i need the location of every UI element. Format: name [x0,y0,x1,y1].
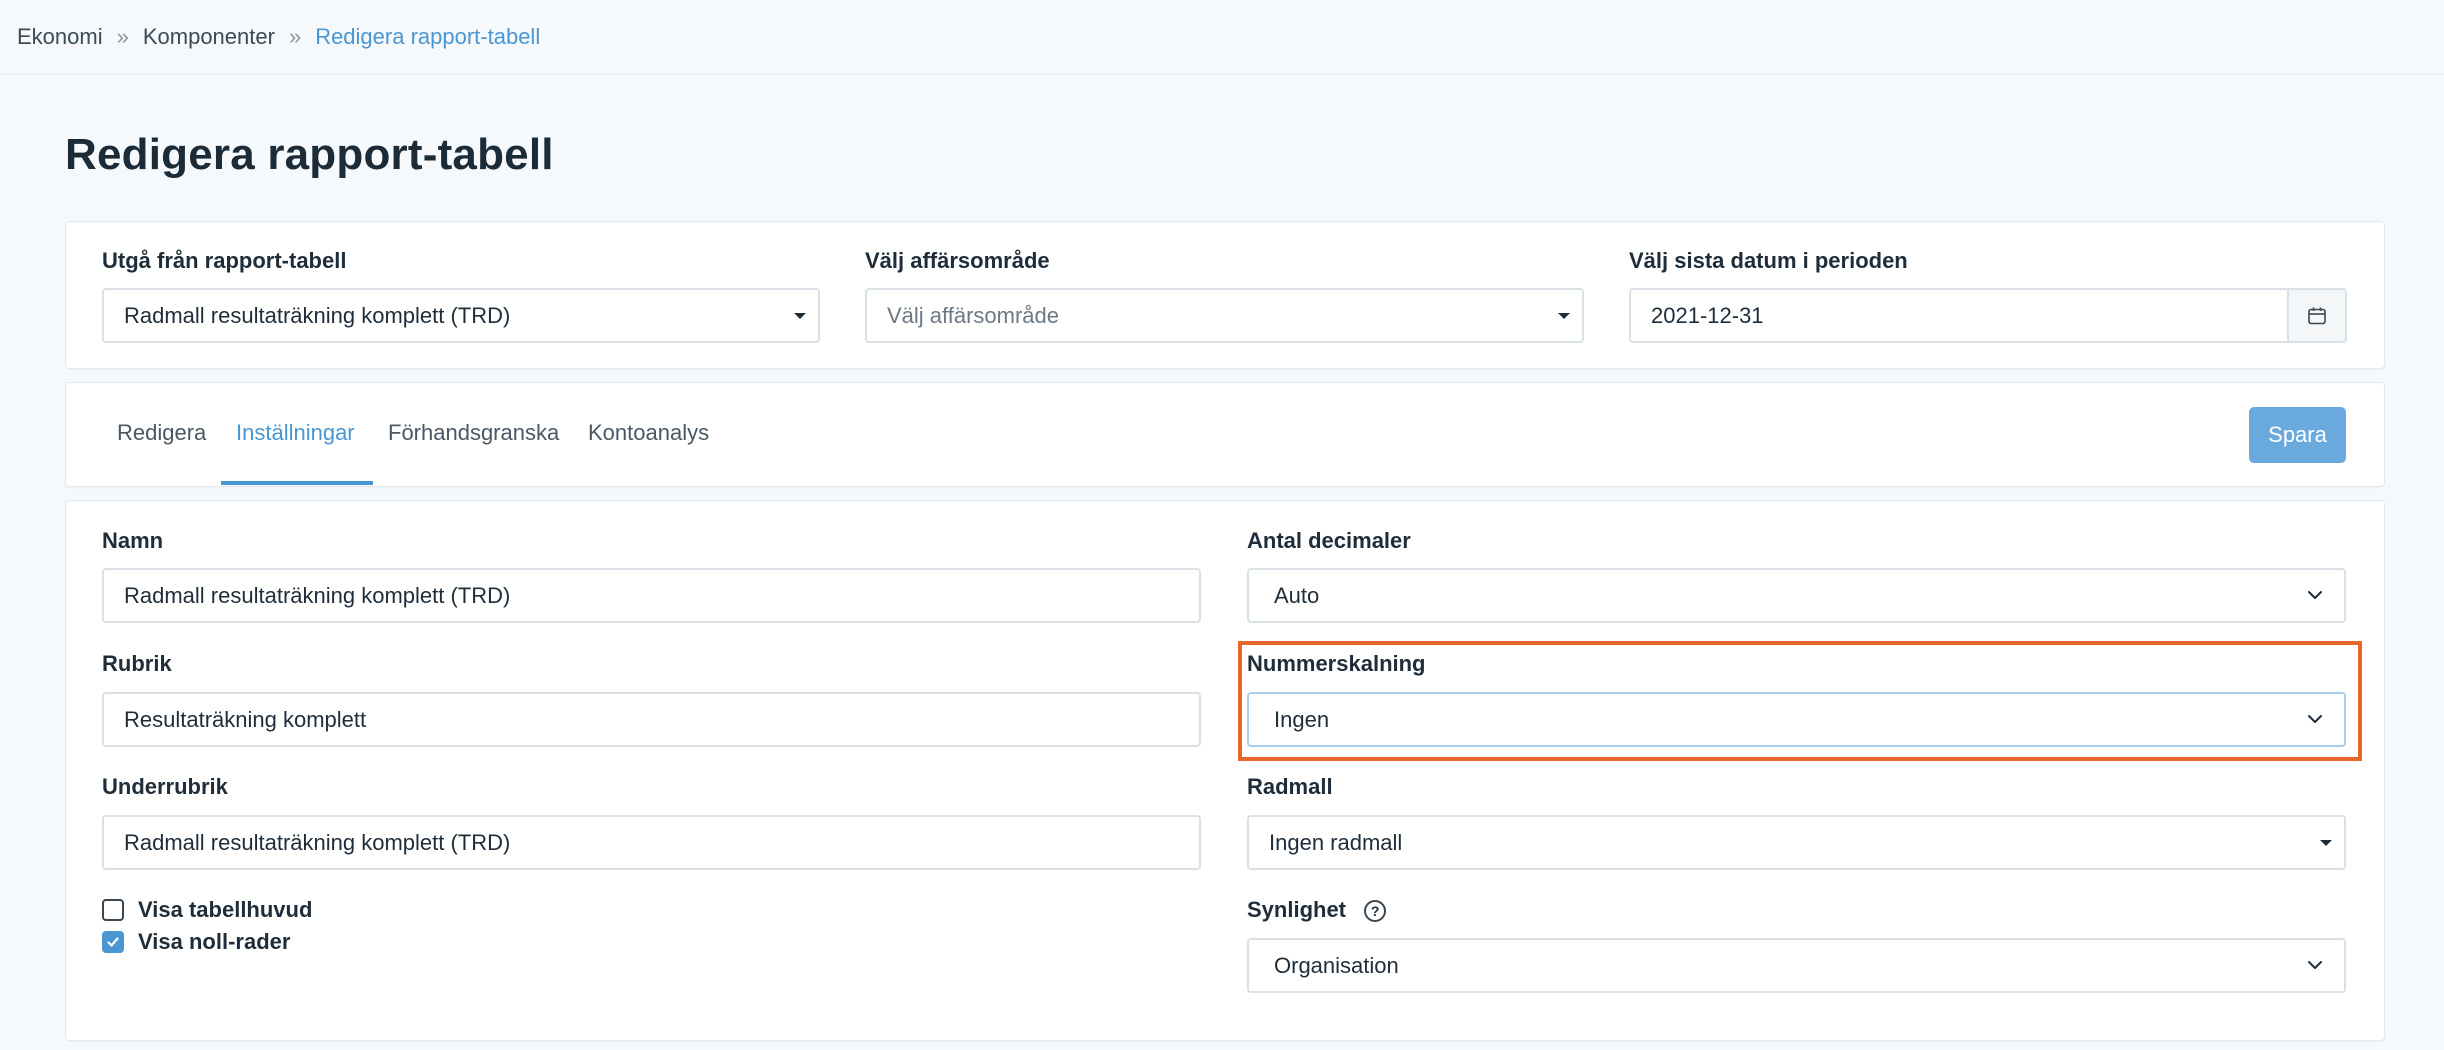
caret-down-icon [1558,312,1570,319]
subheading-input[interactable]: Radmall resultaträkning komplett (TRD) [102,815,1201,870]
base-table-select[interactable]: Radmall resultaträkning komplett (TRD) [102,288,820,343]
chevron-down-icon [2308,714,2322,723]
business-area-placeholder: Välj affärsområde [887,302,1060,328]
name-label: Namn [102,528,164,553]
calendar-icon [2308,307,2326,324]
business-area-label: Välj affärsområde [865,248,1050,273]
subheading-label: Underrubrik [102,774,228,799]
visibility-label-text: Synlighet [1247,897,1347,922]
show-header-option[interactable]: Visa tabellhuvud [102,897,312,923]
number-scaling-select[interactable]: Ingen [1247,692,2346,747]
page-title: Redigera rapport-tabell [65,130,554,179]
heading-input[interactable]: Resultaträkning komplett [102,692,1201,747]
breadcrumb-komponenter[interactable]: Komponenter [143,24,275,50]
help-icon[interactable]: ? [1364,900,1387,923]
subheading-value: Radmall resultaträkning komplett (TRD) [124,829,511,855]
visibility-label: Synlighet ? [1247,897,1387,923]
base-table-label: Utgå från rapport-tabell [102,248,347,273]
decimals-value: Auto [1274,582,1320,608]
tab-redigera[interactable]: Redigera [117,420,206,446]
name-input[interactable]: Radmall resultaträkning komplett (TRD) [102,568,1201,623]
chevron-down-icon [2308,590,2322,599]
breadcrumb-separator: » [116,24,129,49]
period-end-date-field[interactable]: 2021-12-31 [1629,288,2347,343]
chevron-down-icon [2308,960,2322,969]
breadcrumb: Ekonomi » Komponenter » Redigera rapport… [0,0,2444,75]
tab-kontoanalys[interactable]: Kontoanalys [588,420,709,446]
business-area-select[interactable]: Välj affärsområde [865,288,1584,343]
tab-installningar[interactable]: Inställningar [236,420,355,446]
breadcrumb-separator: » [288,24,302,49]
breadcrumb-ekonomi[interactable]: Ekonomi [17,24,103,50]
calendar-button[interactable] [2287,290,2345,341]
visibility-value: Organisation [1274,952,1399,978]
period-end-label: Välj sista datum i perioden [1629,248,1908,273]
number-scaling-label: Nummerskalning [1247,651,1426,676]
heading-label: Rubrik [102,651,172,676]
heading-value: Resultaträkning komplett [124,706,367,732]
name-value: Radmall resultaträkning komplett (TRD) [124,582,511,608]
caret-down-icon [794,312,806,319]
base-table-value: Radmall resultaträkning komplett (TRD) [124,302,511,328]
decimals-label: Antal decimaler [1247,528,1411,553]
show-zero-checkbox[interactable] [102,931,124,953]
caret-down-icon [2320,839,2332,846]
row-template-label: Radmall [1247,774,1333,799]
decimals-select[interactable]: Auto [1247,568,2346,623]
visibility-select[interactable]: Organisation [1247,938,2346,993]
row-template-select[interactable]: Ingen radmall [1247,815,2346,870]
row-template-value: Ingen radmall [1269,829,1403,855]
active-tab-indicator [221,481,373,485]
period-end-value: 2021-12-31 [1651,302,1764,328]
number-scaling-value: Ingen [1274,706,1330,732]
save-button[interactable]: Spara [2249,407,2346,463]
breadcrumb-current: Redigera rapport-tabell [315,24,541,49]
show-zero-option[interactable]: Visa noll-rader [102,929,290,955]
checkmark-icon [107,937,119,947]
show-zero-label: Visa noll-rader [138,929,291,954]
tab-forhandsgranska[interactable]: Förhandsgranska [388,420,559,446]
show-header-checkbox[interactable] [102,899,124,921]
show-header-label: Visa tabellhuvud [138,897,313,922]
